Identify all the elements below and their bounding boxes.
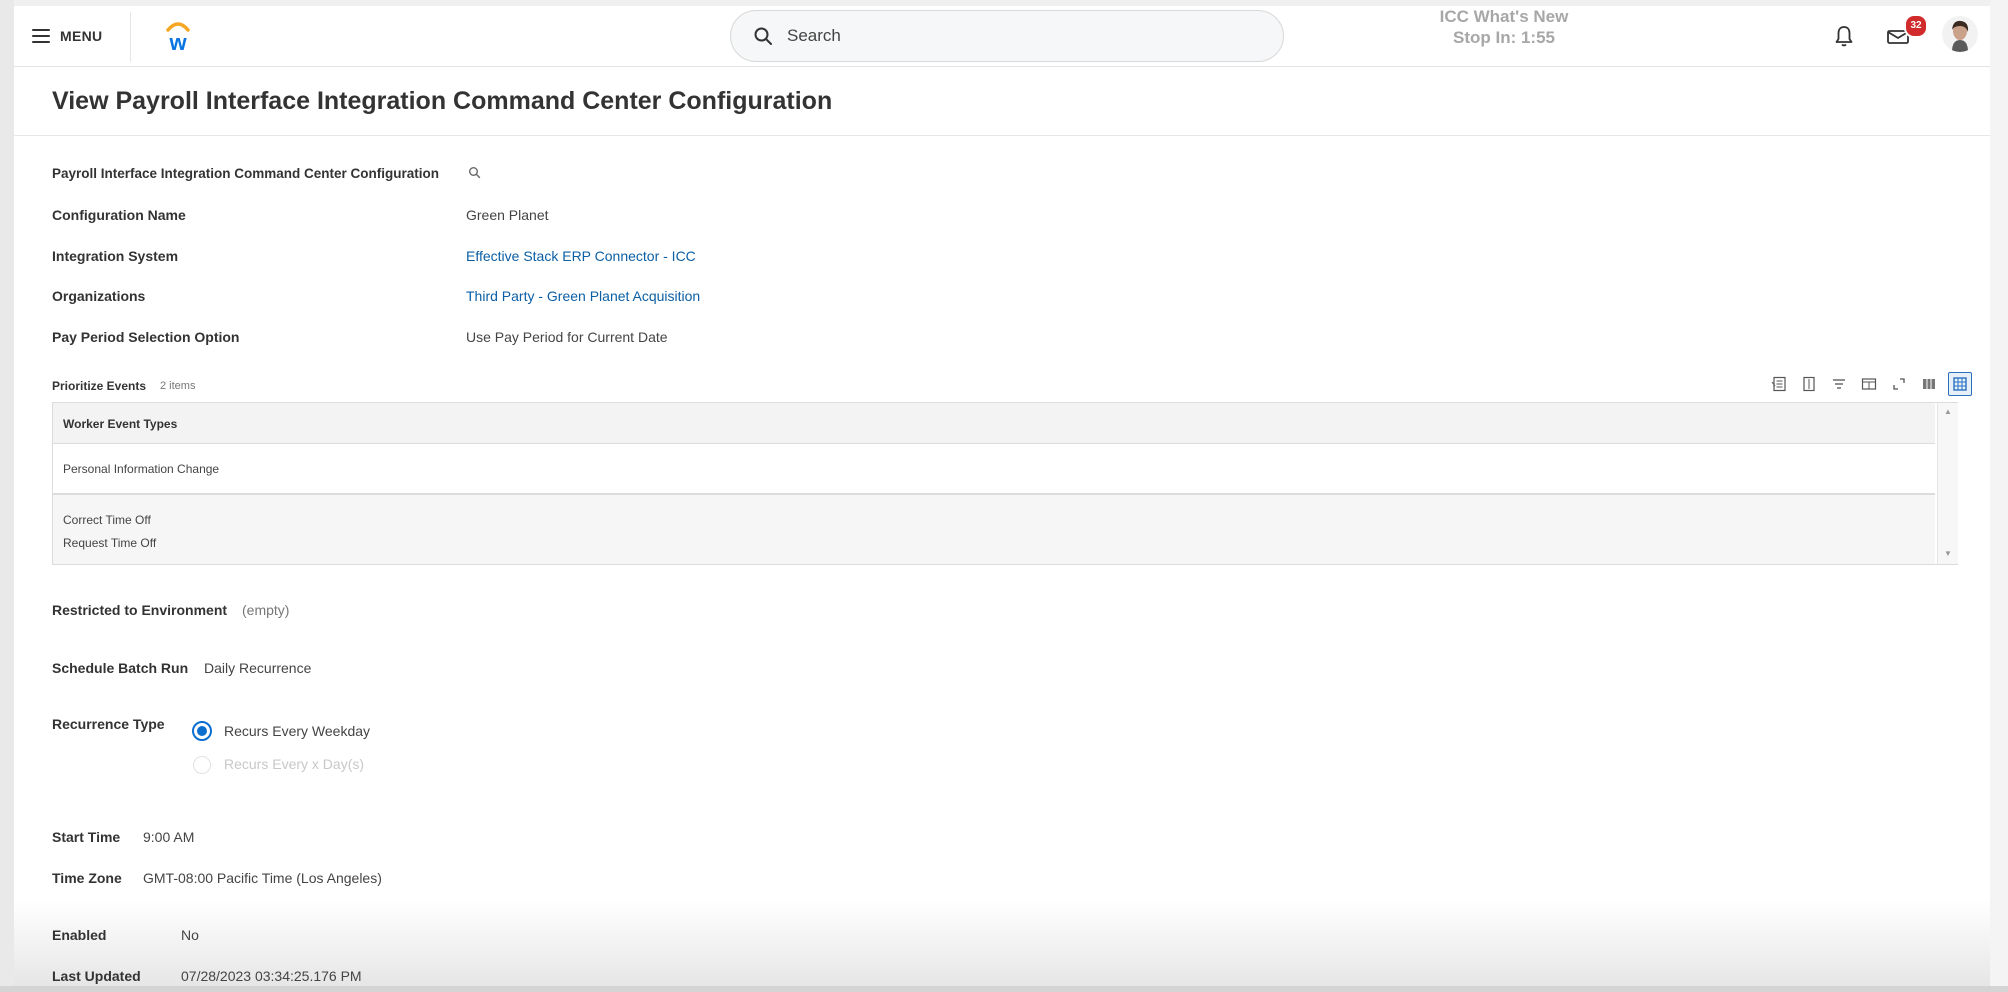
pay-period-value: Use Pay Period for Current Date	[466, 329, 668, 345]
scroll-down-arrow-icon[interactable]: ▼	[1944, 549, 1952, 558]
organizations-link[interactable]: Third Party - Green Planet Acquisition	[466, 288, 700, 304]
grid-view-icon	[1953, 377, 1967, 391]
radio-recurs-every-x-days[interactable]	[193, 756, 211, 774]
hamburger-icon	[32, 29, 50, 43]
svg-text:w: w	[168, 30, 187, 55]
restricted-value: (empty)	[242, 602, 290, 618]
top-navigation-bar: MENU w Search ICC What's New Stop In: 1:…	[14, 6, 1990, 67]
grid-toolbar	[1768, 372, 1972, 396]
event-type-cell: Correct Time Off	[63, 513, 151, 527]
start-time-label: Start Time	[52, 829, 121, 845]
prioritize-events-count: 2 items	[160, 380, 196, 392]
notifications-button[interactable]	[1834, 24, 1854, 53]
scroll-up-arrow-icon[interactable]: ▲	[1944, 407, 1952, 416]
event-type-cell: Request Time Off	[63, 536, 157, 550]
window-scrollbar[interactable]	[1990, 0, 2008, 992]
filter-button[interactable]	[1828, 373, 1850, 395]
banner-title: ICC What's New	[1439, 7, 1569, 26]
page-title: View Payroll Interface Integration Comma…	[52, 87, 833, 115]
menu-button[interactable]: MENU	[32, 22, 102, 50]
related-actions-search-icon[interactable]	[468, 166, 481, 179]
last-updated-label: Last Updated	[52, 968, 141, 984]
user-avatar[interactable]	[1942, 16, 1978, 52]
workday-logo[interactable]: w	[158, 16, 198, 56]
column-header-worker-event-types[interactable]: Worker Event Types	[63, 417, 177, 431]
restricted-label: Restricted to Environment	[52, 602, 228, 618]
export-pdf-button[interactable]	[1798, 373, 1820, 395]
menu-label: MENU	[60, 28, 103, 44]
recurs-every-x-days-label: Recurs Every x Day(s)	[224, 756, 365, 772]
document-icon	[1803, 376, 1815, 392]
workday-logo-icon: w	[166, 22, 190, 55]
integration-system-label: Integration System	[52, 248, 179, 264]
search-placeholder: Search	[787, 26, 841, 45]
icc-whats-new-banner[interactable]: ICC What's New Stop In: 1:55	[1404, 6, 1604, 48]
time-zone-label: Time Zone	[52, 870, 122, 886]
schedule-value: Daily Recurrence	[204, 660, 312, 676]
columns-icon	[1861, 378, 1877, 390]
prioritize-events-grid: Worker Event Types Personal Information …	[52, 402, 1958, 565]
schedule-label: Schedule Batch Run	[52, 660, 189, 676]
table-view-icon	[1923, 379, 1935, 389]
window-left-edge	[0, 0, 14, 992]
page-title-band: View Payroll Interface Integration Comma…	[14, 67, 1990, 136]
start-time-value: 9:00 AM	[143, 829, 195, 845]
integration-system-link[interactable]: Effective Stack ERP Connector - ICC	[466, 248, 696, 264]
pay-period-label: Pay Period Selection Option	[52, 329, 240, 345]
grid-view-button[interactable]	[1948, 372, 1972, 396]
header-divider	[130, 12, 131, 62]
event-type-cell: Personal Information Change	[63, 462, 220, 476]
bell-icon	[1835, 26, 1853, 47]
config-name-label: Configuration Name	[52, 207, 186, 223]
grid-header: Worker Event Types	[53, 403, 1935, 444]
config-lookup-label: Payroll Interface Integration Command Ce…	[52, 166, 440, 181]
table-row[interactable]: Correct Time Off Request Time Off	[53, 495, 1935, 564]
inbox-count-badge: 32	[1904, 14, 1928, 38]
export-excel-button[interactable]	[1768, 373, 1790, 395]
recurs-every-weekday-label: Recurs Every Weekday	[224, 723, 371, 739]
table-row[interactable]: Personal Information Change	[53, 444, 1935, 495]
expand-icon	[1893, 378, 1905, 390]
last-updated-value: 07/28/2023 03:34:25.176 PM	[181, 968, 362, 984]
time-zone-value: GMT-08:00 Pacific Time (Los Angeles)	[143, 870, 382, 886]
column-chooser-button[interactable]	[1858, 373, 1880, 395]
avatar-image	[1942, 16, 1978, 52]
window-bottom-edge	[0, 986, 2008, 992]
organizations-label: Organizations	[52, 288, 146, 304]
search-bar[interactable]: Search	[730, 10, 1284, 62]
recurrence-type-label: Recurrence Type	[52, 716, 165, 732]
enabled-value: No	[181, 927, 199, 943]
prioritize-events-label: Prioritize Events	[52, 379, 147, 393]
radio-recurs-every-weekday[interactable]	[192, 721, 212, 741]
excel-icon	[1771, 376, 1786, 392]
enabled-label: Enabled	[52, 927, 107, 943]
table-view-button[interactable]	[1918, 373, 1940, 395]
fullscreen-button[interactable]	[1888, 373, 1910, 395]
config-name-value: Green Planet	[466, 207, 549, 223]
banner-countdown: Stop In: 1:55	[1452, 28, 1555, 47]
filter-icon	[1833, 379, 1845, 389]
grid-scrollbar[interactable]: ▲ ▼	[1937, 403, 1958, 564]
search-icon	[754, 27, 772, 45]
